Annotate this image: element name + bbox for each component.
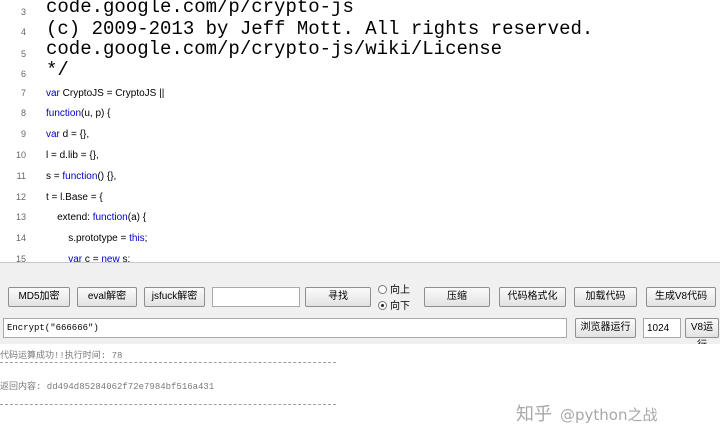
code-text: extend: function(a) { (46, 212, 147, 223)
code-rest: CryptoJS = CryptoJS || (59, 88, 165, 99)
code-text: function(u, p) { (46, 107, 111, 121)
code-text: s.prototype = this; (46, 233, 148, 244)
watermark-handle: @python之战 (560, 406, 658, 424)
code-text: l = d.lib = {}, (46, 150, 99, 161)
code-line: 5 code.google.com/p/crypto-js/wiki/Licen… (0, 38, 720, 64)
radio-down-circle[interactable] (378, 301, 387, 310)
eval-decrypt-button[interactable]: eval解密 (77, 287, 137, 307)
jsfuck-decrypt-button[interactable]: jsfuck解密 (144, 287, 205, 307)
line-number: 10 (15, 150, 26, 160)
watermark-logo: 知乎 (516, 404, 552, 425)
code-text: t = l.Base = { (46, 192, 103, 203)
keyword: function (62, 171, 98, 182)
status-text: 代码运算成功!!执行时间: 78 (0, 351, 123, 361)
compress-button[interactable]: 压缩 (424, 287, 490, 307)
search-input[interactable] (212, 287, 300, 307)
command-input[interactable] (3, 318, 567, 338)
code-line: 7 var CryptoJS = CryptoJS || (0, 87, 720, 101)
keyword: var (46, 88, 60, 99)
code-line: 15 var c = new s; (0, 253, 720, 262)
browser-run-button[interactable]: 浏览器运行 (575, 318, 636, 338)
line-number: 3 (20, 7, 26, 17)
radio-up-circle[interactable] (378, 285, 387, 294)
code-editor[interactable]: 3 code.google.com/p/crypto-js 4 (c) 2009… (0, 0, 720, 262)
code-text: code.google.com/p/crypto-js/wiki/License (46, 38, 503, 60)
watermark: 知乎 @python之战 (516, 400, 706, 426)
line-number: 6 (20, 69, 26, 79)
code-text: s = function() {}, (46, 171, 117, 182)
radio-down-label: 向下 (390, 301, 410, 312)
radio-down[interactable]: 向下 (378, 300, 410, 313)
line-number: 15 (15, 254, 26, 262)
generate-v8-button[interactable]: 生成V8代码 (646, 287, 716, 307)
line-number: 4 (20, 27, 26, 37)
line-number: 14 (15, 233, 26, 243)
code-text: var c = new s; (46, 253, 130, 262)
code-line: 8 function(u, p) { (0, 107, 720, 121)
count-input[interactable] (643, 318, 681, 338)
line-number: 5 (20, 49, 26, 59)
radio-up-label: 向上 (390, 285, 410, 296)
code-text: code.google.com/p/crypto-js (46, 0, 354, 18)
code-rest: d = {}, (59, 129, 90, 140)
radio-up[interactable]: 向上 (378, 284, 410, 297)
result-text: 返回内容: dd494d85284062f72e7984bf516a431 (0, 382, 215, 392)
load-code-button[interactable]: 加载代码 (574, 287, 637, 307)
code-text: (c) 2009-2013 by Jeff Mott. All rights r… (46, 18, 594, 40)
code-line: 6 */ (0, 59, 720, 84)
keyword: function (46, 108, 82, 119)
code-line: 13 extend: function(a) { (0, 211, 720, 225)
format-code-button[interactable]: 代码格式化 (499, 287, 566, 307)
line-number: 9 (20, 129, 26, 139)
output-area: 代码运算成功!!执行时间: 78 返回内容: dd494d85284062f72… (0, 344, 720, 446)
line-number: 8 (20, 108, 26, 118)
divider (0, 362, 336, 363)
keyword: var (46, 129, 60, 140)
code-text: var d = {}, (46, 128, 89, 142)
code-line: 12 t = l.Base = { (0, 191, 720, 205)
code-text: */ (46, 59, 69, 81)
keyword: new (101, 254, 120, 262)
line-number: 11 (16, 171, 26, 181)
line-number: 13 (15, 212, 26, 222)
code-text: var CryptoJS = CryptoJS || (46, 87, 164, 101)
divider (0, 404, 336, 405)
code-line: 10 l = d.lib = {}, (0, 149, 720, 163)
line-number: 7 (20, 88, 26, 98)
keyword: function (92, 212, 128, 223)
code-rest: (u, p) { (81, 108, 111, 119)
keyword: var (68, 254, 83, 262)
md5-encrypt-button[interactable]: MD5加密 (8, 287, 70, 307)
keyword: this (129, 233, 145, 244)
v8-run-button[interactable]: V8运行 (685, 318, 719, 351)
toolbar-panel: MD5加密 eval解密 jsfuck解密 寻找 向上 向下 压缩 代码格式化 … (0, 262, 720, 351)
code-line: 11 s = function() {}, (0, 170, 720, 184)
line-number: 12 (15, 192, 26, 202)
code-line: 9 var d = {}, (0, 128, 720, 142)
search-button[interactable]: 寻找 (305, 287, 371, 307)
code-line: 14 s.prototype = this; (0, 232, 720, 246)
